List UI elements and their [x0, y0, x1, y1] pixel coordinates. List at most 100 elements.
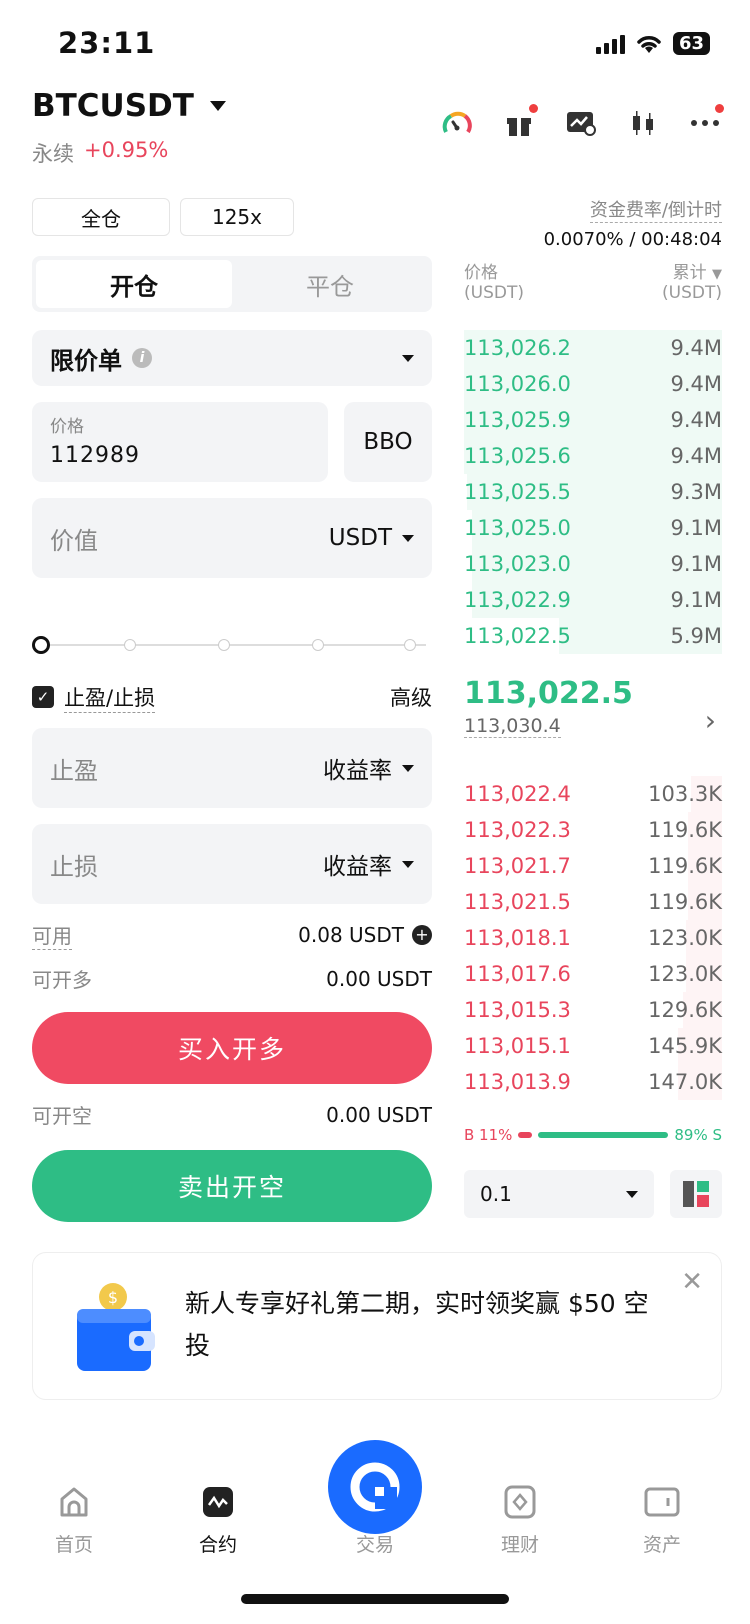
slider-tick-75[interactable] [312, 639, 324, 651]
sell-short-button[interactable]: 卖出开空 [32, 1150, 432, 1222]
tpsl-toggle[interactable]: ✓ 止盈/止损 [32, 682, 156, 713]
advanced-button[interactable]: 高级 [390, 682, 432, 712]
price-input[interactable]: 112989 [50, 443, 310, 468]
ask-qty: 9.3M [670, 480, 722, 504]
leverage-button[interactable]: 125x [180, 198, 294, 236]
ask-row[interactable]: 113,023.0 9.1M [464, 546, 722, 582]
ask-row[interactable]: 113,026.0 9.4M [464, 366, 722, 402]
nav-home-label: 首页 [54, 1534, 93, 1556]
ask-row[interactable]: 113,026.2 9.4M [464, 330, 722, 366]
candlestick-icon[interactable] [626, 106, 660, 140]
price-column-header: 价格 [464, 263, 498, 283]
nav-trade[interactable]: 交易 [315, 1484, 435, 1557]
stop-loss-mode-label: 收益率 [323, 854, 392, 880]
bbo-button[interactable]: BBO [344, 402, 432, 482]
slider-tick-100[interactable] [404, 639, 416, 651]
bid-qty: 119.6K [648, 854, 722, 878]
bid-row[interactable]: 113,021.5 119.6K [464, 884, 722, 920]
slider-track [42, 644, 426, 646]
tab-close[interactable]: 平仓 [232, 260, 428, 308]
layout-icon [683, 1181, 709, 1207]
ask-row[interactable]: 113,025.5 9.3M [464, 474, 722, 510]
ask-row[interactable]: 113,025.0 9.1M [464, 510, 722, 546]
chevron-down-icon [626, 1190, 638, 1198]
ask-row[interactable]: 113,025.6 9.4M [464, 438, 722, 474]
take-profit-field[interactable]: 止盈 收益率 [32, 728, 432, 808]
value-field[interactable]: 价值 USDT [32, 498, 432, 578]
header: BTCUSDT 永续 +0.95% [32, 88, 724, 178]
nav-assets-label: 资产 [642, 1534, 681, 1556]
take-profit-input[interactable]: 止盈 [50, 751, 98, 786]
ask-row[interactable]: 113,025.9 9.4M [464, 402, 722, 438]
tpsl-label: 止盈/止损 [64, 682, 156, 713]
available-label[interactable]: 可用 [32, 920, 72, 950]
mid-price[interactable]: 113,022.5 113,030.4 › [464, 676, 722, 738]
contract-type: 永续 [32, 142, 74, 166]
value-unit-select[interactable]: USDT [329, 525, 414, 551]
chevron-down-icon [402, 354, 414, 362]
stop-loss-mode-select[interactable]: 收益率 [323, 847, 414, 881]
bid-price: 113,022.4 [464, 782, 571, 806]
bid-row[interactable]: 113,018.1 123.0K [464, 920, 722, 956]
bid-price: 113,015.3 [464, 998, 571, 1022]
buy-long-button[interactable]: 买入开多 [32, 1012, 432, 1084]
bid-row[interactable]: 113,013.9 147.0K [464, 1064, 722, 1100]
orderbook-asks: 113,026.2 9.4M 113,026.0 9.4M 113,025.9 9.4… [464, 330, 722, 654]
tab-open[interactable]: 开仓 [36, 260, 232, 308]
trade-spacer [357, 1484, 393, 1520]
bid-row[interactable]: 113,017.6 123.0K [464, 956, 722, 992]
bid-qty: 123.0K [648, 926, 722, 950]
promo-banner[interactable]: $ 新人专享好礼第二期，实时领奖赢 $50 空投 ✕ [32, 1252, 722, 1400]
bid-qty: 129.6K [648, 998, 722, 1022]
value-input[interactable]: 价值 [50, 521, 98, 556]
ask-price: 113,022.5 [464, 624, 571, 648]
take-profit-mode-select[interactable]: 收益率 [323, 751, 414, 785]
more-icon[interactable] [688, 104, 724, 140]
sell-ratio-bar [538, 1132, 669, 1138]
price-field[interactable]: 价格 112989 [32, 402, 328, 482]
gift-icon[interactable] [502, 104, 538, 140]
qty-column-toggle[interactable]: 累计 ▼ (USDT) [662, 258, 722, 303]
bid-price: 113,018.1 [464, 926, 571, 950]
slider-tick-25[interactable] [124, 639, 136, 651]
ask-price: 113,026.2 [464, 336, 571, 360]
add-funds-icon[interactable]: + [412, 925, 432, 945]
can-short-row: 可开空 0.00 USDT [32, 1100, 432, 1129]
nav-futures[interactable]: 合约 [158, 1484, 278, 1557]
nav-home[interactable]: 首页 [14, 1484, 134, 1557]
slider-tick-50[interactable] [218, 639, 230, 651]
funding-rate-label[interactable]: 资金费率/倒计时 [589, 196, 722, 223]
ask-row[interactable]: 113,022.5 5.9M [464, 618, 722, 654]
stop-loss-field[interactable]: 止损 收益率 [32, 824, 432, 904]
nav-earn[interactable]: 理财 [460, 1484, 580, 1557]
nav-assets[interactable]: 资产 [602, 1484, 722, 1557]
margin-mode-button[interactable]: 全仓 [32, 198, 170, 236]
orderbook-layout-button[interactable] [670, 1170, 722, 1218]
slider-handle[interactable] [32, 636, 50, 654]
symbol-selector[interactable]: BTCUSDT [32, 88, 226, 124]
bid-row[interactable]: 113,021.7 119.6K [464, 848, 722, 884]
ask-qty: 5.9M [670, 624, 722, 648]
ask-qty: 9.4M [670, 372, 722, 396]
chart-edit-icon[interactable] [564, 106, 598, 140]
gauge-icon[interactable] [440, 106, 474, 140]
bid-qty: 145.9K [648, 1034, 722, 1058]
bid-row[interactable]: 113,022.3 119.6K [464, 812, 722, 848]
ask-row[interactable]: 113,022.9 9.1M [464, 582, 722, 618]
close-icon[interactable]: ✕ [681, 1267, 703, 1297]
order-type-select[interactable]: 限价单 i [32, 330, 432, 386]
amount-slider[interactable] [32, 634, 432, 656]
stop-loss-input[interactable]: 止损 [50, 847, 98, 882]
bid-row[interactable]: 113,022.4 103.3K [464, 776, 722, 812]
bid-price: 113,013.9 [464, 1070, 571, 1094]
depth-precision-select[interactable]: 0.1 [464, 1170, 654, 1218]
info-icon[interactable]: i [132, 348, 152, 368]
bid-row[interactable]: 113,015.3 129.6K [464, 992, 722, 1028]
wallet-icon: $ [77, 1283, 155, 1371]
svg-text:$: $ [108, 1288, 118, 1307]
checkbox-checked-icon[interactable]: ✓ [32, 686, 54, 708]
bid-row[interactable]: 113,015.1 145.9K [464, 1028, 722, 1064]
orderbook-header: 价格 (USDT) 累计 ▼ (USDT) [464, 258, 722, 303]
mark-price: 113,030.4 [464, 715, 561, 738]
futures-icon [200, 1484, 236, 1520]
